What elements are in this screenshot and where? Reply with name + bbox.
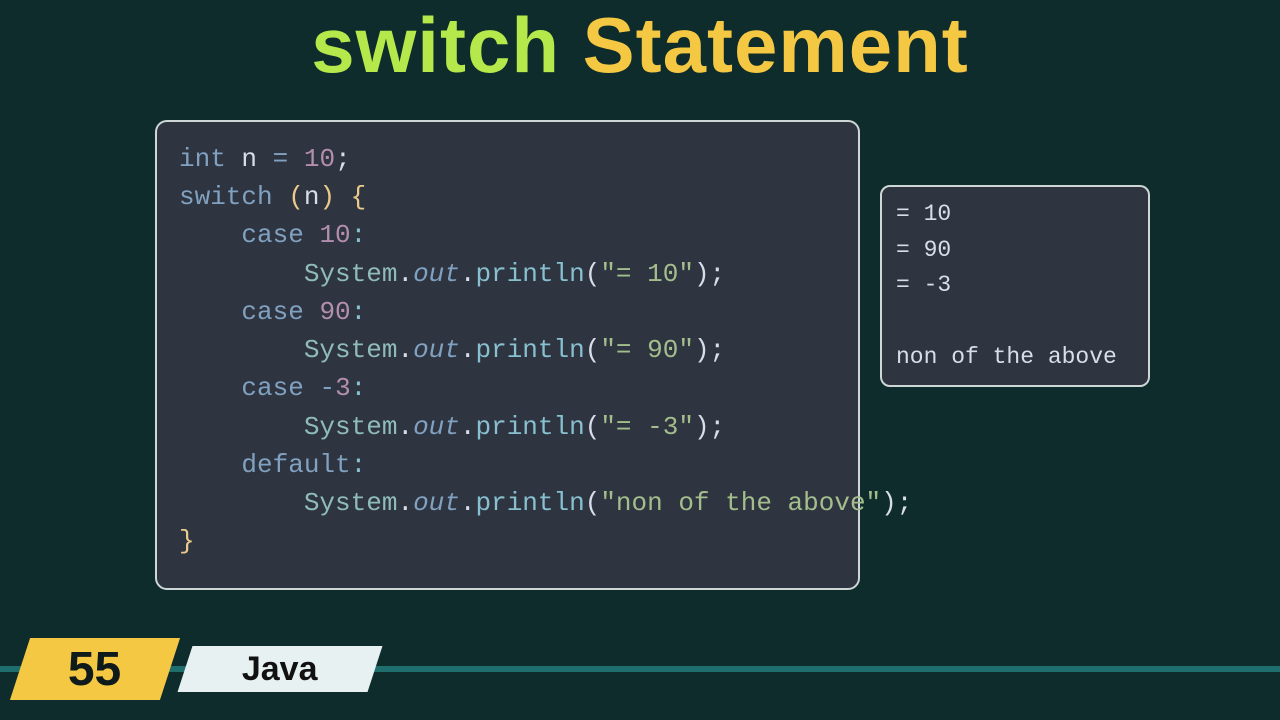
colon: : bbox=[351, 450, 367, 480]
footer-bar: 55 Java bbox=[0, 638, 1280, 700]
colon: : bbox=[351, 220, 367, 250]
kw-int: int bbox=[179, 144, 226, 174]
colon: : bbox=[351, 373, 367, 403]
code-panel: int n = 10; switch (n) { case 10: System… bbox=[155, 120, 860, 590]
sys: System bbox=[304, 335, 398, 365]
sys: System bbox=[304, 488, 398, 518]
str: "= -3" bbox=[600, 412, 694, 442]
meth: println bbox=[475, 488, 584, 518]
language-badge: Java bbox=[178, 646, 383, 692]
title-rest: Statement bbox=[560, 1, 969, 89]
slide-title: switch Statement bbox=[0, 0, 1280, 91]
kw-case: case bbox=[241, 373, 303, 403]
case-val: 90 bbox=[319, 297, 350, 327]
out-line: = -3 bbox=[896, 272, 951, 298]
id-n: n bbox=[241, 144, 257, 174]
meth: println bbox=[475, 335, 584, 365]
out-line: non of the above bbox=[896, 344, 1117, 370]
op-eq: = bbox=[273, 144, 289, 174]
sys: System bbox=[304, 259, 398, 289]
lesson-number: 55 bbox=[68, 642, 121, 697]
kw-case: case bbox=[241, 220, 303, 250]
str: "= 90" bbox=[600, 335, 694, 365]
out-line: = 90 bbox=[896, 237, 951, 263]
out: out bbox=[413, 488, 460, 518]
out-line: = 10 bbox=[896, 201, 951, 227]
lesson-number-badge: 55 bbox=[10, 638, 180, 700]
meth: println bbox=[475, 412, 584, 442]
case-val: 10 bbox=[319, 220, 350, 250]
language-label: Java bbox=[242, 650, 318, 689]
sys: System bbox=[304, 412, 398, 442]
kw-case: case bbox=[241, 297, 303, 327]
kw-default: default bbox=[241, 450, 350, 480]
semi: ; bbox=[335, 144, 351, 174]
meth: println bbox=[475, 259, 584, 289]
lparen: ( bbox=[288, 182, 304, 212]
output-panel: = 10 = 90 = -3 non of the above bbox=[880, 185, 1150, 387]
lbrace: { bbox=[351, 182, 367, 212]
out: out bbox=[413, 335, 460, 365]
num-10: 10 bbox=[304, 144, 335, 174]
rparen: ) bbox=[319, 182, 335, 212]
id-n2: n bbox=[304, 182, 320, 212]
str: "= 10" bbox=[600, 259, 694, 289]
colon: : bbox=[351, 297, 367, 327]
out: out bbox=[413, 259, 460, 289]
out: out bbox=[413, 412, 460, 442]
rbrace: } bbox=[179, 526, 195, 556]
str: "non of the above" bbox=[600, 488, 881, 518]
title-keyword: switch bbox=[311, 1, 560, 89]
kw-switch: switch bbox=[179, 182, 273, 212]
